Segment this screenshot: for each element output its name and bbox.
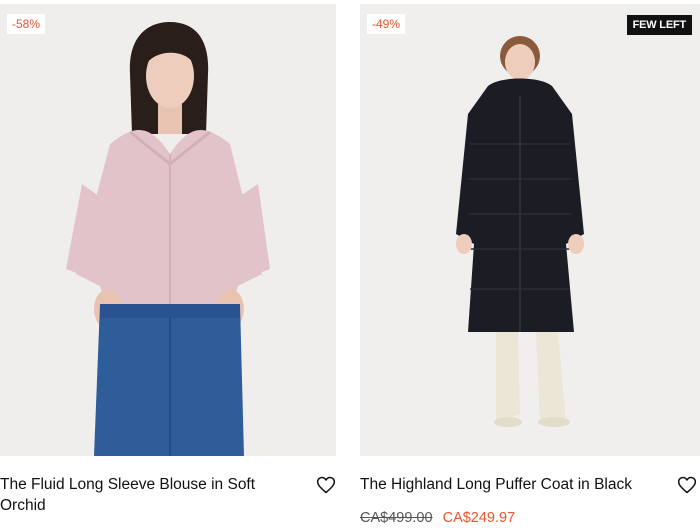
model-in-puffer-coat-illustration: [456, 36, 584, 427]
heart-icon[interactable]: [677, 475, 697, 495]
model-in-blouse-illustration: [66, 22, 270, 456]
product-image-puffer-coat[interactable]: -49% FEW LEFT: [360, 4, 700, 456]
product-title[interactable]: The Highland Long Puffer Coat in Black: [360, 474, 670, 495]
price-block: CA$499.00 CA$249.97: [360, 510, 515, 526]
sale-price: CA$249.97: [442, 510, 516, 526]
product-card[interactable]: -49% FEW LEFT The Highland Long Puffer C…: [360, 0, 700, 532]
product-image-blouse[interactable]: -58%: [0, 4, 336, 456]
heart-icon[interactable]: [316, 475, 336, 495]
few-left-badge: FEW LEFT: [626, 15, 692, 35]
product-card[interactable]: -58% The Fluid Long Sleeve Blouse in Sof…: [0, 0, 336, 532]
discount-badge: -58%: [7, 14, 46, 34]
discount-badge: -49%: [367, 14, 406, 34]
original-price: CA$499.00: [360, 510, 433, 526]
product-title[interactable]: The Fluid Long Sleeve Blouse in Soft Orc…: [0, 474, 300, 516]
